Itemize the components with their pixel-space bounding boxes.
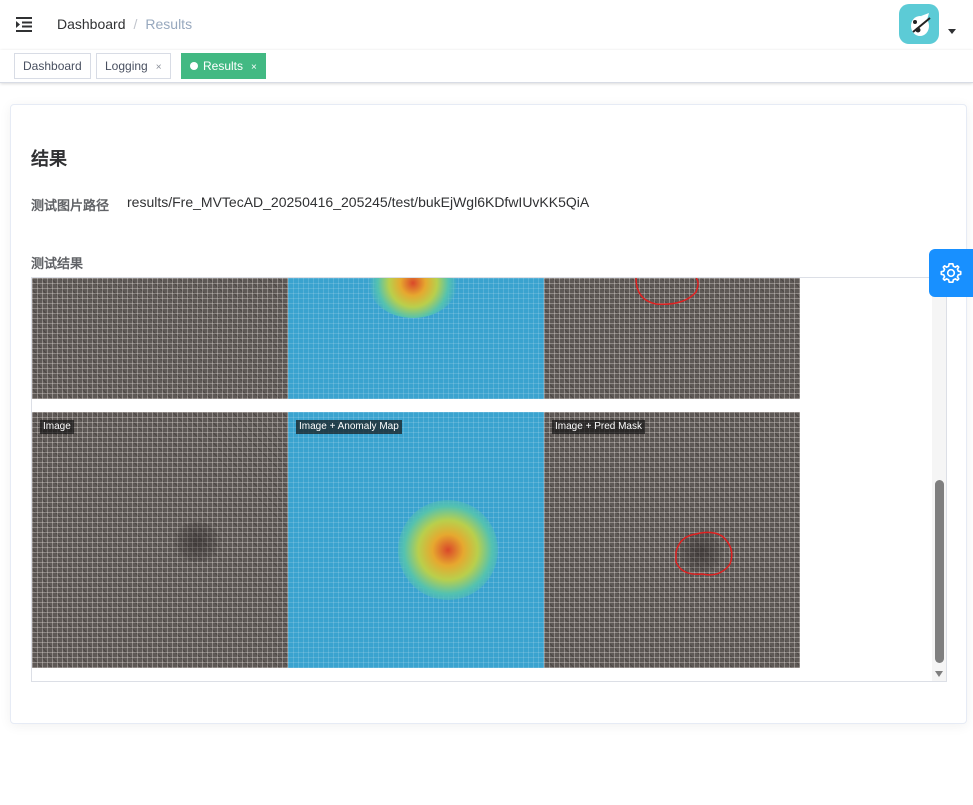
original-image: Image <box>32 412 288 668</box>
scroll-down-icon[interactable] <box>935 671 943 677</box>
pred-mask-image <box>544 278 800 399</box>
image-caption: Image + Pred Mask <box>552 420 645 434</box>
image-caption: Image + Anomaly Map <box>296 420 402 434</box>
tag-results[interactable]: Results × <box>181 53 266 79</box>
pred-mask-outline <box>635 278 699 305</box>
result-image-viewer[interactable]: Image Image + Anomaly Map Image + Pred M… <box>31 277 947 682</box>
anomaly-map-image <box>288 278 544 399</box>
close-icon[interactable]: × <box>156 62 162 73</box>
breadcrumb-dashboard[interactable]: Dashboard <box>57 16 126 32</box>
tag-label: Logging <box>105 59 148 73</box>
breadcrumb-separator: / <box>133 16 138 32</box>
result-image-strip: Image Image + Anomaly Map Image + Pred M… <box>32 412 800 668</box>
gear-icon <box>940 263 962 283</box>
avatar[interactable] <box>899 4 939 44</box>
image-path-label: 测试图片路径 <box>31 198 110 213</box>
pred-mask-image: Image + Pred Mask <box>544 412 800 668</box>
tag-dashboard[interactable]: Dashboard <box>14 53 91 79</box>
defect-area <box>172 522 222 562</box>
test-result-label: 测试结果 <box>31 256 84 271</box>
image-caption: Image <box>40 420 74 434</box>
tags-view: Dashboard Logging × Results × <box>0 50 973 83</box>
breadcrumb: Dashboard / Results <box>57 16 192 32</box>
anomaly-hotspot <box>398 500 498 600</box>
vertical-scrollbar[interactable] <box>932 278 946 681</box>
tag-logging[interactable]: Logging × <box>96 53 171 79</box>
image-path-value: results/Fre_MVTecAD_20250416_205245/test… <box>127 194 590 210</box>
result-image-strip <box>32 278 800 399</box>
page-title: 结果 <box>31 149 67 169</box>
tag-label: Dashboard <box>23 59 82 73</box>
navbar: Dashboard / Results <box>0 0 973 50</box>
anomaly-map-image: Image + Anomaly Map <box>288 412 544 668</box>
close-icon[interactable]: × <box>251 62 257 73</box>
caret-down-icon[interactable] <box>948 29 956 34</box>
pred-mask-outline <box>675 531 733 576</box>
hamburger-icon[interactable] <box>15 15 33 33</box>
tag-label: Results <box>203 59 244 73</box>
scrollbar-thumb[interactable] <box>935 480 944 663</box>
settings-button[interactable] <box>929 249 973 297</box>
original-image <box>32 278 288 399</box>
results-card: 结果 测试图片路径 results/Fre_MVTecAD_20250416_2… <box>10 104 967 724</box>
breadcrumb-results: Results <box>145 16 193 32</box>
anomaly-hotspot <box>368 278 458 318</box>
active-dot-icon <box>190 62 198 70</box>
